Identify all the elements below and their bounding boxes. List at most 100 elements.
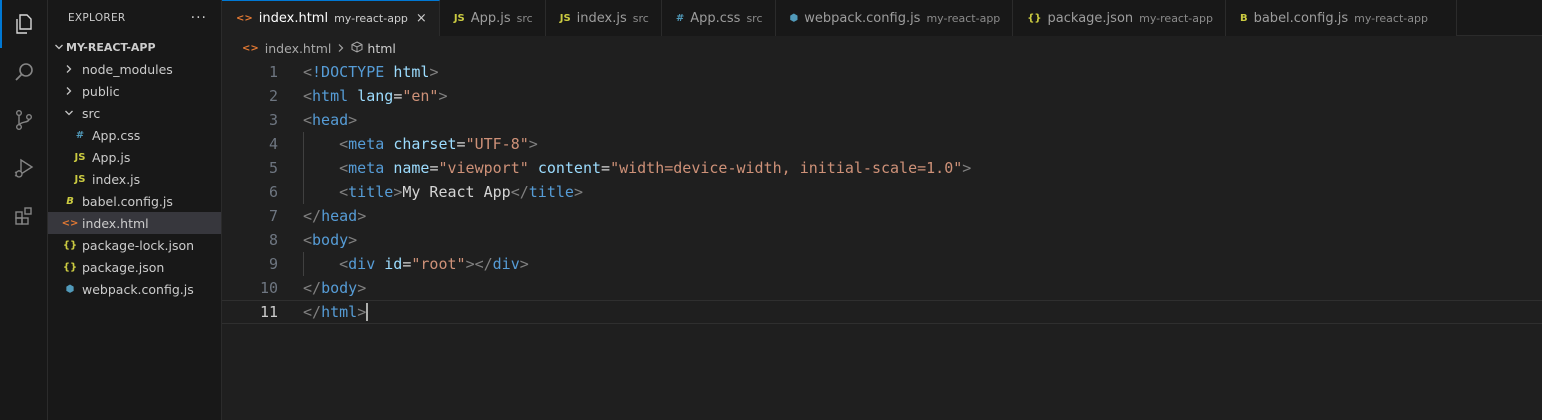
- tab-description: my-react-app: [334, 12, 408, 25]
- code-line: 6 <title>My React App</title>: [222, 180, 1542, 204]
- tree-item-label: package-lock.json: [82, 237, 195, 253]
- search-icon[interactable]: [0, 48, 48, 96]
- editor-tab[interactable]: {} package.json my-react-app: [1013, 0, 1226, 36]
- code-text: <body>: [303, 231, 358, 249]
- chevron-down-icon: [62, 108, 76, 118]
- editor-tab[interactable]: JS App.js src: [439, 0, 546, 36]
- code-line: 5 <meta name="viewport" content="width=d…: [222, 156, 1542, 180]
- code-text: </body>: [303, 279, 367, 297]
- file-type-icon: {}: [1027, 12, 1042, 24]
- symbol-icon: [351, 40, 363, 56]
- editor-tab[interactable]: <> index.html my-react-app ×: [222, 0, 440, 36]
- file-item[interactable]: {} package-lock.json: [48, 234, 221, 256]
- breadcrumb: <> index.html html: [222, 37, 1542, 59]
- extensions-icon[interactable]: [0, 192, 48, 240]
- chevron-down-icon: [52, 42, 66, 52]
- line-number: 10: [259, 279, 278, 297]
- code-text: <head>: [303, 111, 358, 129]
- file-item[interactable]: JS App.js: [48, 146, 221, 168]
- breadcrumb-symbol[interactable]: html: [367, 41, 395, 56]
- js-file-icon: JS: [74, 151, 86, 163]
- code-text: </html>: [303, 302, 369, 322]
- code-line: 7 </head>: [222, 204, 1542, 228]
- tree-item-label: index.js: [92, 171, 141, 187]
- folder-item[interactable]: node_modules: [48, 58, 221, 80]
- chevron-right-icon: [337, 41, 345, 56]
- babel-file-icon: B: [66, 195, 74, 207]
- tree-item-label: node_modules: [82, 61, 173, 77]
- file-type-icon: JS: [453, 12, 465, 24]
- explorer-title: EXPLORER: [68, 12, 126, 24]
- code-editor[interactable]: 1 <!DOCTYPE html> 2 <html lang="en"> 3 <head>…: [222, 59, 1542, 420]
- folder-item[interactable]: public: [48, 80, 221, 102]
- tree-item-label: webpack.config.js: [82, 281, 194, 297]
- tab-label: App.js: [470, 10, 511, 26]
- tab-label: index.html: [258, 11, 329, 26]
- code-line: 11 </html>: [222, 300, 1542, 324]
- tab-label: package.json: [1047, 10, 1134, 26]
- file-item[interactable]: ⬢ webpack.config.js: [48, 278, 221, 300]
- explorer-icon[interactable]: [0, 0, 48, 48]
- explorer-header: EXPLORER ···: [48, 0, 221, 36]
- code-text: <meta charset="UTF-8">: [339, 135, 538, 153]
- activity-bar: [0, 0, 48, 420]
- file-type-icon: <>: [236, 13, 253, 24]
- tab-label: index.js: [576, 10, 627, 26]
- more-actions-icon[interactable]: ···: [191, 10, 207, 26]
- indent-guide: [303, 252, 304, 276]
- code-text: <meta name="viewport" content="width=dev…: [339, 159, 972, 177]
- editor-tab[interactable]: JS index.js src: [545, 0, 662, 36]
- tree-item-label: src: [82, 105, 101, 121]
- file-item[interactable]: # App.css: [48, 124, 221, 146]
- line-number: 9: [268, 255, 278, 273]
- breadcrumb-file[interactable]: index.html: [265, 41, 332, 56]
- file-tree: node_modules public src # App.css JS App.js JS i…: [48, 58, 221, 300]
- file-type-icon: #: [675, 12, 685, 24]
- tab-description: my-react-app: [1354, 11, 1428, 25]
- line-number: 3: [268, 111, 278, 129]
- close-icon[interactable]: ×: [416, 11, 427, 26]
- html-file-icon: <>: [61, 217, 79, 229]
- html-file-icon: <>: [242, 42, 259, 54]
- file-item[interactable]: <> index.html: [48, 212, 221, 234]
- code-line: 8 <body>: [222, 228, 1542, 252]
- editor-tab[interactable]: # App.css src: [661, 0, 776, 36]
- code-text: <title>My React App</title>: [339, 183, 583, 201]
- tree-item-label: babel.config.js: [82, 193, 173, 209]
- folder-item[interactable]: src: [48, 102, 221, 124]
- css-file-icon: #: [75, 129, 85, 141]
- project-root-folder[interactable]: MY-REACT-APP: [48, 36, 221, 58]
- line-number: 4: [268, 135, 278, 153]
- line-number: 7: [268, 207, 278, 225]
- line-number: 11: [259, 303, 278, 321]
- file-type-icon: JS: [559, 12, 571, 24]
- editor-tabs: <> index.html my-react-app × JS App.js src JS in…: [222, 0, 1542, 36]
- file-item[interactable]: {} package.json: [48, 256, 221, 278]
- text-cursor: [366, 303, 369, 322]
- tree-item-label: public: [82, 83, 120, 99]
- code-line: 10 </body>: [222, 276, 1542, 300]
- json-file-icon: {}: [62, 239, 78, 251]
- code-line: 2 <html lang="en">: [222, 84, 1542, 108]
- source-control-icon[interactable]: [0, 96, 48, 144]
- file-type-icon: B: [1239, 12, 1248, 24]
- tab-description: my-react-app: [926, 11, 1001, 25]
- tab-description: my-react-app: [1139, 11, 1213, 25]
- line-number: 6: [268, 183, 278, 201]
- tab-label: App.css: [690, 10, 741, 26]
- file-item[interactable]: JS index.js: [48, 168, 221, 190]
- file-item[interactable]: Bbabel.config.js: [48, 190, 221, 212]
- json-file-icon: {}: [62, 261, 78, 273]
- code-text: </head>: [303, 207, 367, 225]
- editor-tab[interactable]: ⬢ webpack.config.js my-react-app: [775, 0, 1014, 36]
- tab-description: src: [632, 11, 649, 25]
- editor-tab[interactable]: Bbabel.config.js my-react-app: [1225, 0, 1457, 36]
- indent-guide: [303, 132, 304, 204]
- run-debug-icon[interactable]: [0, 144, 48, 192]
- tree-item-label: package.json: [82, 259, 165, 275]
- js-file-icon: JS: [74, 173, 86, 185]
- webpack-file-icon: ⬢: [65, 283, 75, 295]
- file-type-icon: ⬢: [789, 12, 799, 24]
- tree-item-label: App.css: [92, 127, 141, 143]
- code-line: 3 <head>: [222, 108, 1542, 132]
